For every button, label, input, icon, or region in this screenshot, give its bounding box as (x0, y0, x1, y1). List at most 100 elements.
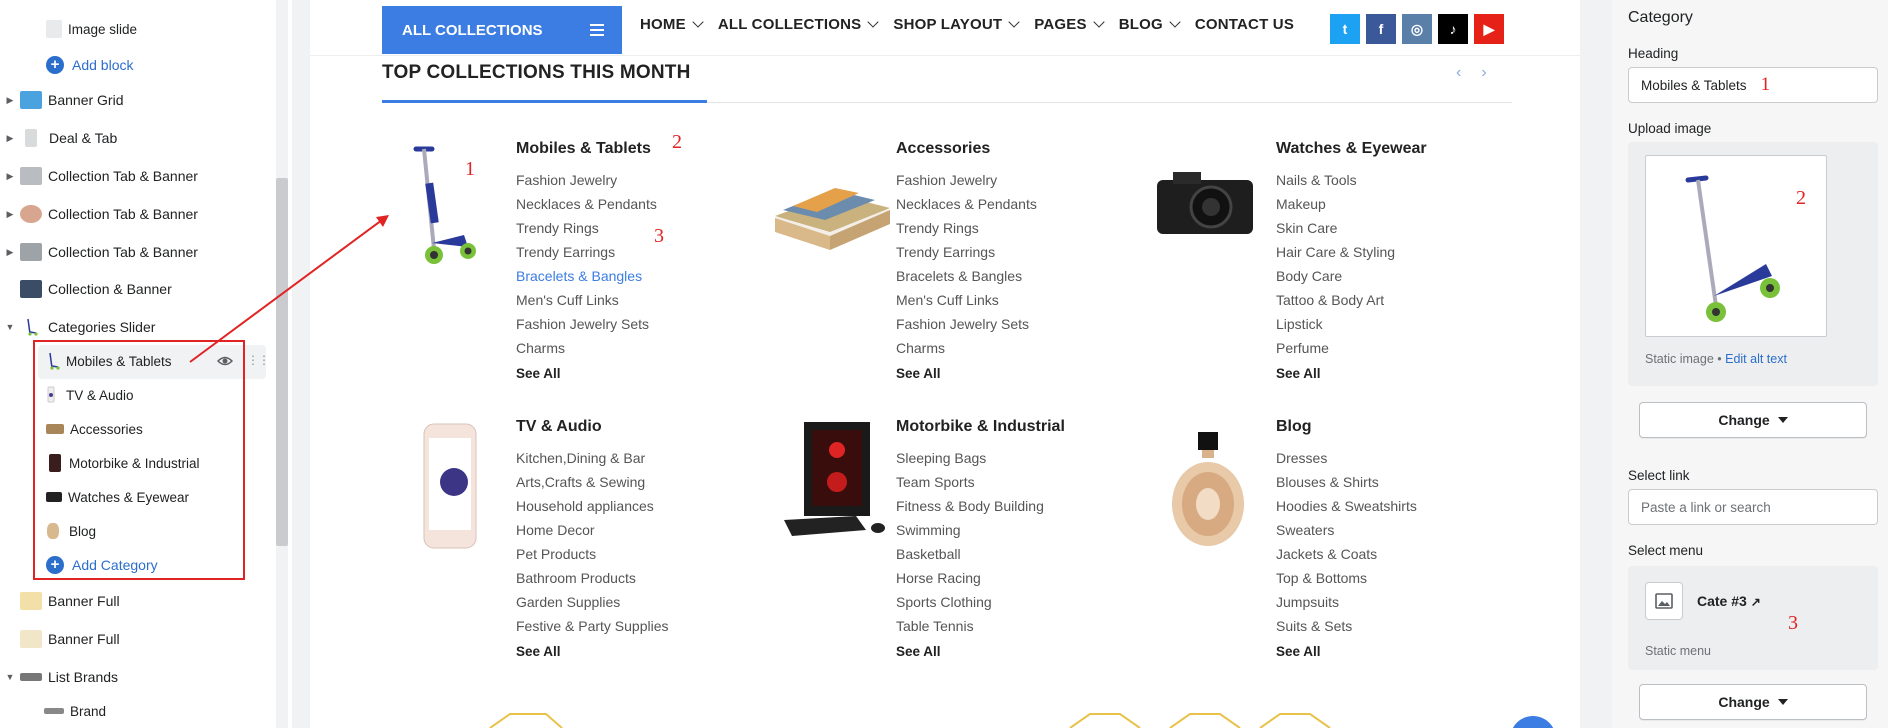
category-link[interactable]: Necklaces & Pendants (516, 192, 657, 216)
category-link[interactable]: Horse Racing (896, 566, 1065, 590)
category-title[interactable]: Motorbike & Industrial (896, 418, 1065, 436)
caret-down-icon[interactable]: ▼ (2, 669, 18, 685)
category-link[interactable]: Fashion Jewelry Sets (896, 312, 1037, 336)
menu-name[interactable]: Cate #3 ↗ (1697, 593, 1761, 609)
category-link[interactable]: Arts,Crafts & Sewing (516, 470, 669, 494)
sidebar-item-banner-full-1[interactable]: Banner Full (18, 583, 120, 619)
see-all-link[interactable]: See All (1276, 644, 1417, 659)
sidebar-child-motorbike[interactable]: Motorbike & Industrial (44, 445, 200, 481)
caret-right-icon[interactable]: ▶ (2, 244, 18, 260)
instagram-icon[interactable]: ◎ (1402, 14, 1432, 44)
sidebar-child-tv-audio[interactable]: TV & Audio (44, 377, 134, 413)
sidebar-item-collection-tab-banner-2[interactable]: ▶ Collection Tab & Banner (0, 196, 198, 232)
change-menu-button[interactable]: Change (1639, 684, 1867, 720)
change-image-button[interactable]: Change (1639, 402, 1867, 438)
nav-item-3[interactable]: PAGES (1034, 16, 1105, 33)
category-link[interactable]: Jackets & Coats (1276, 542, 1417, 566)
caret-down-icon[interactable]: ▼ (2, 319, 18, 335)
category-link[interactable]: Skin Care (1276, 216, 1427, 240)
heading-input[interactable]: Mobiles & Tablets 1 (1628, 67, 1878, 103)
see-all-link[interactable]: See All (516, 366, 657, 381)
category-link[interactable]: Hoodies & Sweatshirts (1276, 494, 1417, 518)
twitter-icon[interactable]: t (1330, 14, 1360, 44)
category-link[interactable]: Fashion Jewelry Sets (516, 312, 657, 336)
sidebar-child-accessories[interactable]: Accessories (44, 411, 143, 447)
sidebar-item-banner-grid[interactable]: ▶ Banner Grid (0, 82, 123, 118)
category-link[interactable]: Men's Cuff Links (896, 288, 1037, 312)
image-preview[interactable]: 2 (1645, 155, 1827, 337)
nav-item-1[interactable]: ALL COLLECTIONS (718, 16, 880, 33)
category-link[interactable]: Fashion Jewelry (516, 168, 657, 192)
category-link[interactable]: Makeup (1276, 192, 1427, 216)
see-all-link[interactable]: See All (896, 644, 1065, 659)
category-link[interactable]: Garden Supplies (516, 590, 669, 614)
category-link[interactable]: Bathroom Products (516, 566, 669, 590)
category-link[interactable]: Sports Clothing (896, 590, 1065, 614)
category-link[interactable]: Bracelets & Bangles (516, 264, 657, 288)
drag-handle-icon[interactable]: ⋮⋮ (247, 353, 270, 367)
caret-right-icon[interactable]: ▶ (2, 206, 18, 222)
category-link[interactable]: Trendy Earrings (516, 240, 657, 264)
caret-right-icon[interactable]: ▶ (2, 92, 18, 108)
category-link[interactable]: Body Care (1276, 264, 1427, 288)
sidebar-item-list-brands[interactable]: ▼ List Brands (0, 659, 119, 695)
category-link[interactable]: Trendy Rings (516, 216, 657, 240)
sidebar-scrollbar[interactable] (276, 178, 288, 546)
category-link[interactable]: Necklaces & Pendants (896, 192, 1037, 216)
category-link[interactable]: Festive & Party Supplies (516, 614, 669, 638)
category-link[interactable]: Trendy Earrings (896, 240, 1037, 264)
tiktok-icon[interactable]: ♪ (1438, 14, 1468, 44)
category-link[interactable]: Perfume (1276, 336, 1427, 360)
category-link[interactable]: Pet Products (516, 542, 669, 566)
sidebar-child-blog[interactable]: Blog (44, 513, 96, 549)
sidebar-item-collection-tab-banner-3[interactable]: ▶ Collection Tab & Banner (0, 234, 198, 270)
caret-right-icon[interactable]: ▶ (2, 130, 18, 146)
category-link[interactable]: Household appliances (516, 494, 669, 518)
category-link[interactable]: Kitchen,Dining & Bar (516, 446, 669, 470)
category-link[interactable]: Sleeping Bags (896, 446, 1065, 470)
category-link[interactable]: Men's Cuff Links (516, 288, 657, 312)
sidebar-item-banner-full-2[interactable]: Banner Full (18, 621, 120, 657)
nav-item-5[interactable]: CONTACT US (1195, 16, 1294, 33)
category-title[interactable]: Mobiles & Tablets (516, 140, 657, 158)
eye-icon[interactable] (217, 353, 233, 369)
sidebar-child-mobiles-tablets[interactable]: Mobiles & Tablets (44, 343, 172, 379)
nav-item-4[interactable]: BLOG (1119, 16, 1181, 33)
category-link[interactable]: Nails & Tools (1276, 168, 1427, 192)
sidebar-item-image-slide[interactable]: Image slide (44, 11, 137, 47)
category-title[interactable]: TV & Audio (516, 418, 669, 436)
category-link[interactable]: Bracelets & Bangles (896, 264, 1037, 288)
category-link[interactable]: Lipstick (1276, 312, 1427, 336)
category-link[interactable]: Team Sports (896, 470, 1065, 494)
edit-alt-text-link[interactable]: Edit alt text (1725, 352, 1787, 366)
category-title[interactable]: Blog (1276, 418, 1417, 436)
all-collections-button[interactable]: ALL COLLECTIONS (382, 6, 622, 54)
sidebar-child-watches[interactable]: Watches & Eyewear (44, 479, 189, 515)
category-link[interactable]: Hair Care & Styling (1276, 240, 1427, 264)
add-block-button[interactable]: + Add block (46, 47, 133, 83)
next-arrow-icon[interactable]: › (1481, 64, 1486, 82)
sidebar-item-collection-tab-banner-1[interactable]: ▶ Collection Tab & Banner (0, 158, 198, 194)
category-link[interactable]: Tattoo & Body Art (1276, 288, 1427, 312)
sidebar-item-brand[interactable]: Brand (42, 693, 106, 728)
category-link[interactable]: Sweaters (1276, 518, 1417, 542)
category-link[interactable]: Top & Bottoms (1276, 566, 1417, 590)
add-category-button[interactable]: + Add Category (46, 547, 158, 583)
category-link[interactable]: Fitness & Body Building (896, 494, 1065, 518)
category-link[interactable]: Dresses (1276, 446, 1417, 470)
caret-right-icon[interactable]: ▶ (2, 168, 18, 184)
category-link[interactable]: Fashion Jewelry (896, 168, 1037, 192)
category-link[interactable]: Charms (896, 336, 1037, 360)
external-link-icon[interactable]: ↗ (1751, 595, 1761, 609)
nav-item-0[interactable]: HOME (640, 16, 704, 33)
category-link[interactable]: Suits & Sets (1276, 614, 1417, 638)
category-link[interactable]: Blouses & Shirts (1276, 470, 1417, 494)
nav-item-2[interactable]: SHOP LAYOUT (893, 16, 1020, 33)
category-link[interactable]: Swimming (896, 518, 1065, 542)
see-all-link[interactable]: See All (1276, 366, 1427, 381)
category-link[interactable]: Charms (516, 336, 657, 360)
prev-arrow-icon[interactable]: ‹ (1456, 64, 1461, 82)
category-title[interactable]: Accessories (896, 140, 1037, 158)
facebook-icon[interactable]: f (1366, 14, 1396, 44)
category-link[interactable]: Basketball (896, 542, 1065, 566)
